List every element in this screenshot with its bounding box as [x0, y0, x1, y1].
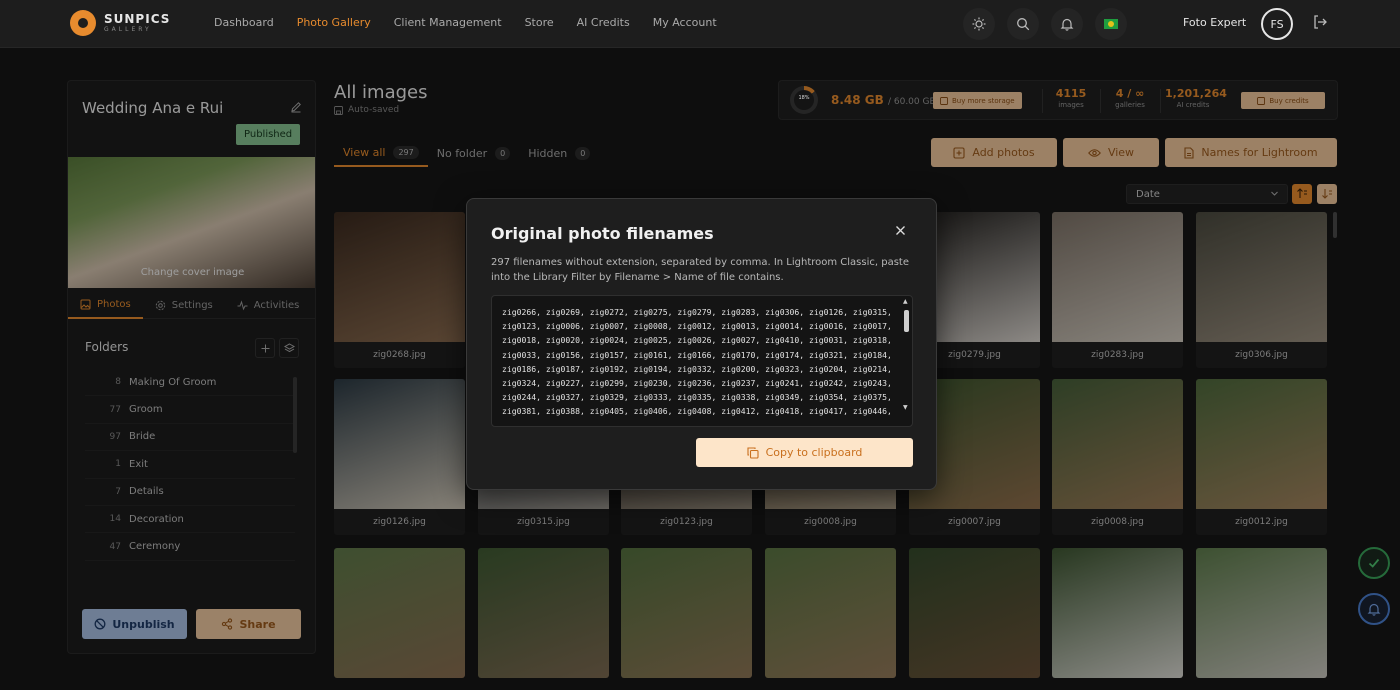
- avatar[interactable]: FS: [1261, 8, 1293, 40]
- nav-client-management[interactable]: Client Management: [394, 16, 502, 29]
- logout-button[interactable]: [1312, 14, 1328, 33]
- nav-my-account[interactable]: My Account: [653, 16, 717, 29]
- scroll-up-icon[interactable]: ▲: [903, 298, 908, 305]
- storage-percent: 18%: [798, 95, 810, 101]
- search-button[interactable]: [1007, 8, 1039, 40]
- brand-sub: GALLERY: [104, 26, 152, 33]
- brand-logo[interactable]: SUNPICS GALLERY: [70, 10, 170, 36]
- filenames-text: zig0266, zig0269, zig0272, zig0275, zig0…: [502, 307, 897, 417]
- sun-icon: [972, 17, 986, 31]
- language-button[interactable]: [1095, 8, 1127, 40]
- logout-icon: [1314, 15, 1327, 29]
- close-button[interactable]: [895, 225, 906, 239]
- top-navbar: SUNPICS GALLERY Dashboard Photo Gallery …: [0, 0, 1400, 48]
- nav-photo-gallery[interactable]: Photo Gallery: [297, 16, 371, 29]
- nav-ai-credits[interactable]: AI Credits: [577, 16, 630, 29]
- notifications-button[interactable]: [1051, 8, 1083, 40]
- bell-icon: [1060, 18, 1074, 31]
- main-menu: Dashboard Photo Gallery Client Managemen…: [214, 16, 717, 29]
- sun-logo-icon: [70, 10, 96, 36]
- textarea-scrollbar[interactable]: [904, 310, 909, 332]
- scroll-down-icon[interactable]: ▼: [903, 404, 908, 411]
- search-icon: [1017, 18, 1030, 31]
- dialog-title: Original photo filenames: [491, 224, 714, 243]
- close-icon: [896, 226, 905, 235]
- dialog-description: 297 filenames without extension, separat…: [491, 257, 909, 283]
- filenames-textarea[interactable]: zig0266, zig0269, zig0272, zig0275, zig0…: [491, 295, 913, 427]
- nav-store[interactable]: Store: [525, 16, 554, 29]
- copy-label: Copy to clipboard: [765, 446, 863, 459]
- brand-name: SUNPICS: [104, 12, 171, 26]
- filenames-dialog: Original photo filenames 297 filenames w…: [466, 198, 937, 490]
- theme-toggle-button[interactable]: [963, 8, 995, 40]
- copy-icon: [747, 446, 759, 459]
- user-name[interactable]: Foto Expert: [1183, 16, 1246, 29]
- brazil-flag-icon: [1104, 19, 1118, 29]
- copy-to-clipboard-button[interactable]: Copy to clipboard: [696, 438, 913, 467]
- nav-dashboard[interactable]: Dashboard: [214, 16, 274, 29]
